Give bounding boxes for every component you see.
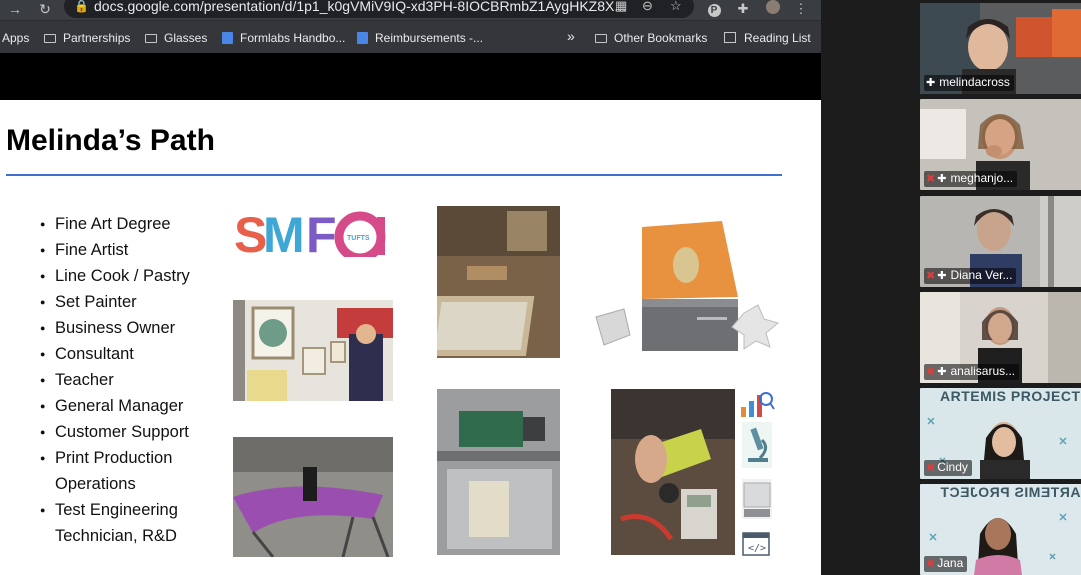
mic-muted-icon: ✖ xyxy=(926,558,936,570)
participant-tile-cindy[interactable]: ARTEMIS PROJECT ✖ Cindy xyxy=(920,388,1081,479)
mic-muted-icon: ✖ xyxy=(926,462,936,474)
pin-icon: ✚ xyxy=(937,366,947,378)
participant-name: ✚ melindacross xyxy=(924,75,1014,91)
list-item: Set Painter xyxy=(40,289,190,315)
list-item: Fine Artist xyxy=(40,237,190,263)
participant-sidebar: ✚ melindacross ✖ ✚ meghanjo... ✖ ✚ Diana… xyxy=(821,0,1081,575)
menu-kebab-icon[interactable]: ⋮ xyxy=(791,0,811,20)
pin-icon: ✚ xyxy=(926,77,936,89)
bookmark-partnerships[interactable]: Partnerships xyxy=(44,30,130,46)
other-bookmarks[interactable]: Other Bookmarks xyxy=(595,30,707,46)
pin-icon: ✚ xyxy=(937,270,947,282)
reading-list-icon xyxy=(724,32,736,43)
browser-window: → ↻ 🔒 docs.google.com/presentation/d/1p1… xyxy=(0,0,821,575)
participant-name: ✖ ✚ Diana Ver... xyxy=(924,268,1017,284)
photo-machinery xyxy=(437,389,560,555)
mic-muted-icon: ✖ xyxy=(926,173,936,185)
microscope-icon xyxy=(740,420,774,470)
list-item: Fine Art Degree xyxy=(40,211,190,237)
mic-muted-icon: ✖ xyxy=(926,270,936,282)
address-bar[interactable]: 🔒 docs.google.com/presentation/d/1p1_k0g… xyxy=(64,0,694,18)
photo-3d-printer xyxy=(594,217,784,359)
artemis-banner-mirrored: ARTEMIS PROJECT xyxy=(940,484,1081,500)
browser-toolbar: → ↻ 🔒 docs.google.com/presentation/d/1p1… xyxy=(0,0,821,20)
bookmark-formlabs-handbook[interactable]: Formlabs Handbo... xyxy=(222,30,345,46)
photo-art-gallery xyxy=(233,300,393,401)
participant-tile-jana[interactable]: ARTEMIS PROJECT ✖ Jana xyxy=(920,484,1081,575)
screen: → ↻ 🔒 docs.google.com/presentation/d/1p1… xyxy=(0,0,1081,575)
photo-woodshop xyxy=(437,206,560,358)
doc-icon xyxy=(222,32,233,44)
folder-icon xyxy=(44,34,56,43)
photo-metal-sculpture xyxy=(233,437,393,557)
participant-name: ✖ ✚ analisarus... xyxy=(924,364,1020,380)
participant-tile-analisarus[interactable]: ✖ ✚ analisarus... xyxy=(920,292,1081,383)
forward-arrow-icon[interactable]: → xyxy=(4,0,26,20)
slide-title: Melinda’s Path xyxy=(6,124,215,157)
pinterest-icon[interactable]: P xyxy=(704,0,724,20)
list-item: Business Owner xyxy=(40,315,190,341)
profile-avatar-icon[interactable] xyxy=(763,0,783,20)
participant-tile-meghanjo[interactable]: ✖ ✚ meghanjo... xyxy=(920,99,1081,190)
participant-tile-melindacross[interactable]: ✚ melindacross xyxy=(920,3,1081,94)
bookmark-reimbursements[interactable]: Reimbursements -... xyxy=(357,30,483,46)
zoom-icon[interactable]: ⊖ xyxy=(642,0,653,14)
list-item: Line Cook / Pastry xyxy=(40,263,190,289)
svg-text:M: M xyxy=(263,207,305,257)
participant-tile-diana[interactable]: ✖ ✚ Diana Ver... xyxy=(920,196,1081,287)
list-item: General Manager xyxy=(40,393,190,419)
slide: Melinda’s Path Fine Art Degree Fine Arti… xyxy=(0,100,821,575)
code-icon: </> xyxy=(742,532,770,556)
folder-icon xyxy=(145,34,157,43)
participant-name: ✖ Cindy xyxy=(924,460,972,476)
svg-text:</>: </> xyxy=(748,543,766,554)
analytical-balance-icon xyxy=(740,477,774,521)
qr-code-icon[interactable]: ▦ xyxy=(615,0,627,14)
bookmark-star-icon[interactable]: ☆ xyxy=(670,0,682,14)
smfa-tufts-logo: S M F TUFTS xyxy=(234,207,389,257)
svg-text:F: F xyxy=(306,207,337,257)
participant-name: ✖ Jana xyxy=(924,556,968,572)
folder-icon xyxy=(595,34,607,43)
list-item: Customer Support xyxy=(40,419,190,445)
mic-muted-icon: ✖ xyxy=(926,366,936,378)
photo-test-bench xyxy=(611,389,735,555)
doc-icon xyxy=(357,32,368,44)
list-item: Consultant xyxy=(40,341,190,367)
participant-name: ✖ ✚ meghanjo... xyxy=(924,171,1018,187)
bookmark-glasses[interactable]: Glasses xyxy=(145,30,207,46)
url-text: docs.google.com/presentation/d/1p1_k0gVM… xyxy=(94,0,626,14)
bookmarks-bar: Apps Partnerships Glasses Formlabs Handb… xyxy=(0,20,821,53)
bookmark-apps[interactable]: Apps xyxy=(2,30,29,46)
list-item: Test Engineering Technician, R&D xyxy=(40,497,190,549)
reload-icon[interactable]: ↻ xyxy=(34,0,56,20)
presentation-top-bar xyxy=(0,53,821,100)
career-path-list: Fine Art Degree Fine Artist Line Cook / … xyxy=(40,211,190,549)
extensions-puzzle-icon[interactable]: ✚ xyxy=(733,0,753,20)
lock-icon: 🔒 xyxy=(74,0,89,13)
analytics-icon xyxy=(738,389,776,419)
bookmarks-overflow-button[interactable]: » xyxy=(567,28,575,44)
list-item: Teacher xyxy=(40,367,190,393)
artemis-banner: ARTEMIS PROJECT xyxy=(940,388,1081,404)
title-underline xyxy=(6,174,782,176)
list-item: Print Production Operations xyxy=(40,445,190,497)
svg-text:TUFTS: TUFTS xyxy=(347,235,370,242)
reading-list[interactable]: Reading List xyxy=(724,30,811,46)
pin-icon: ✚ xyxy=(937,173,947,185)
